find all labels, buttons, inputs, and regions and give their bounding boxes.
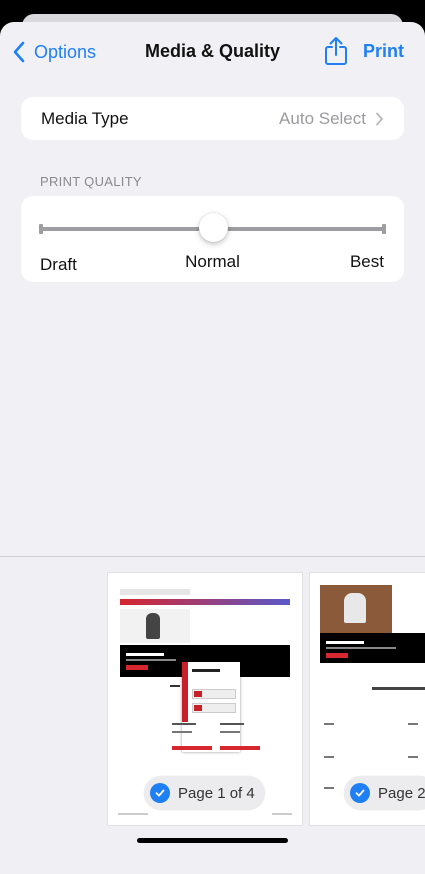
thumb-add-button-2 <box>220 746 260 750</box>
thumb-band-button <box>126 665 148 670</box>
thumb-band-heading <box>326 641 364 644</box>
home-indicator[interactable] <box>137 838 288 843</box>
thumb-category-4 <box>408 756 418 758</box>
share-icon[interactable] <box>324 36 348 66</box>
thumb-section-heading <box>372 687 425 690</box>
thumb-person-figure <box>146 613 160 639</box>
thumb-footer-right <box>272 813 292 815</box>
checkmark-icon <box>150 783 170 803</box>
thumb-popup-icon-1 <box>194 691 202 697</box>
thumb-category-5 <box>324 787 334 789</box>
page-label: Page 1 of 4 <box>178 784 255 802</box>
media-type-value: Auto Select <box>279 108 366 128</box>
thumb-product-price-1 <box>172 731 192 733</box>
media-type-row[interactable]: Media Type Auto Select <box>21 97 404 140</box>
quality-label-best: Best <box>349 252 384 271</box>
print-quality-slider-group: Draft Normal Best <box>21 196 404 282</box>
page-preview-strip[interactable]: Page 1 of 4 Page 2 <box>0 556 425 874</box>
thumb-category-3 <box>324 756 334 758</box>
thumb-popup-title <box>192 669 220 672</box>
thumb-product-price-2 <box>220 731 240 733</box>
thumb-band-button <box>326 653 348 658</box>
thumb-popup-tab <box>182 662 188 722</box>
thumb-footer-left <box>118 813 148 815</box>
thumb-nav-bar <box>120 589 190 595</box>
thumb-add-button-1 <box>172 746 212 750</box>
thumb-person-figure <box>344 593 366 623</box>
slider-thumb[interactable] <box>198 213 228 242</box>
thumb-banner <box>120 599 290 605</box>
thumb-category-2 <box>408 723 418 725</box>
thumb-product-text-2 <box>220 723 244 725</box>
thumb-section-heading <box>170 685 180 687</box>
page-selection-badge[interactable]: Page 2 <box>344 776 425 810</box>
media-type-label: Media Type <box>41 108 129 128</box>
page-title: Media & Quality <box>144 41 281 61</box>
page-label: Page 2 <box>378 784 425 802</box>
thumb-category-1 <box>324 723 334 725</box>
slider-tick-end <box>382 224 386 234</box>
print-quality-header: PRINT QUALITY <box>40 174 142 189</box>
chevron-right-icon <box>376 112 383 125</box>
slider-tick-start <box>39 224 43 234</box>
checkmark-icon <box>350 783 370 803</box>
thumb-band-heading <box>126 653 164 656</box>
print-options-sheet: Options Media & Quality Print Media Type… <box>0 22 425 874</box>
thumb-popup-icon-2 <box>194 705 202 711</box>
print-button[interactable]: Print <box>363 41 404 62</box>
thumb-band-text <box>326 647 396 649</box>
thumb-band-text <box>126 659 176 661</box>
thumb-product-text-1 <box>172 723 196 725</box>
quality-label-normal: Normal <box>185 252 240 271</box>
navigation-bar: Options Media & Quality Print <box>0 22 425 82</box>
page-selection-badge[interactable]: Page 1 of 4 <box>144 776 265 810</box>
